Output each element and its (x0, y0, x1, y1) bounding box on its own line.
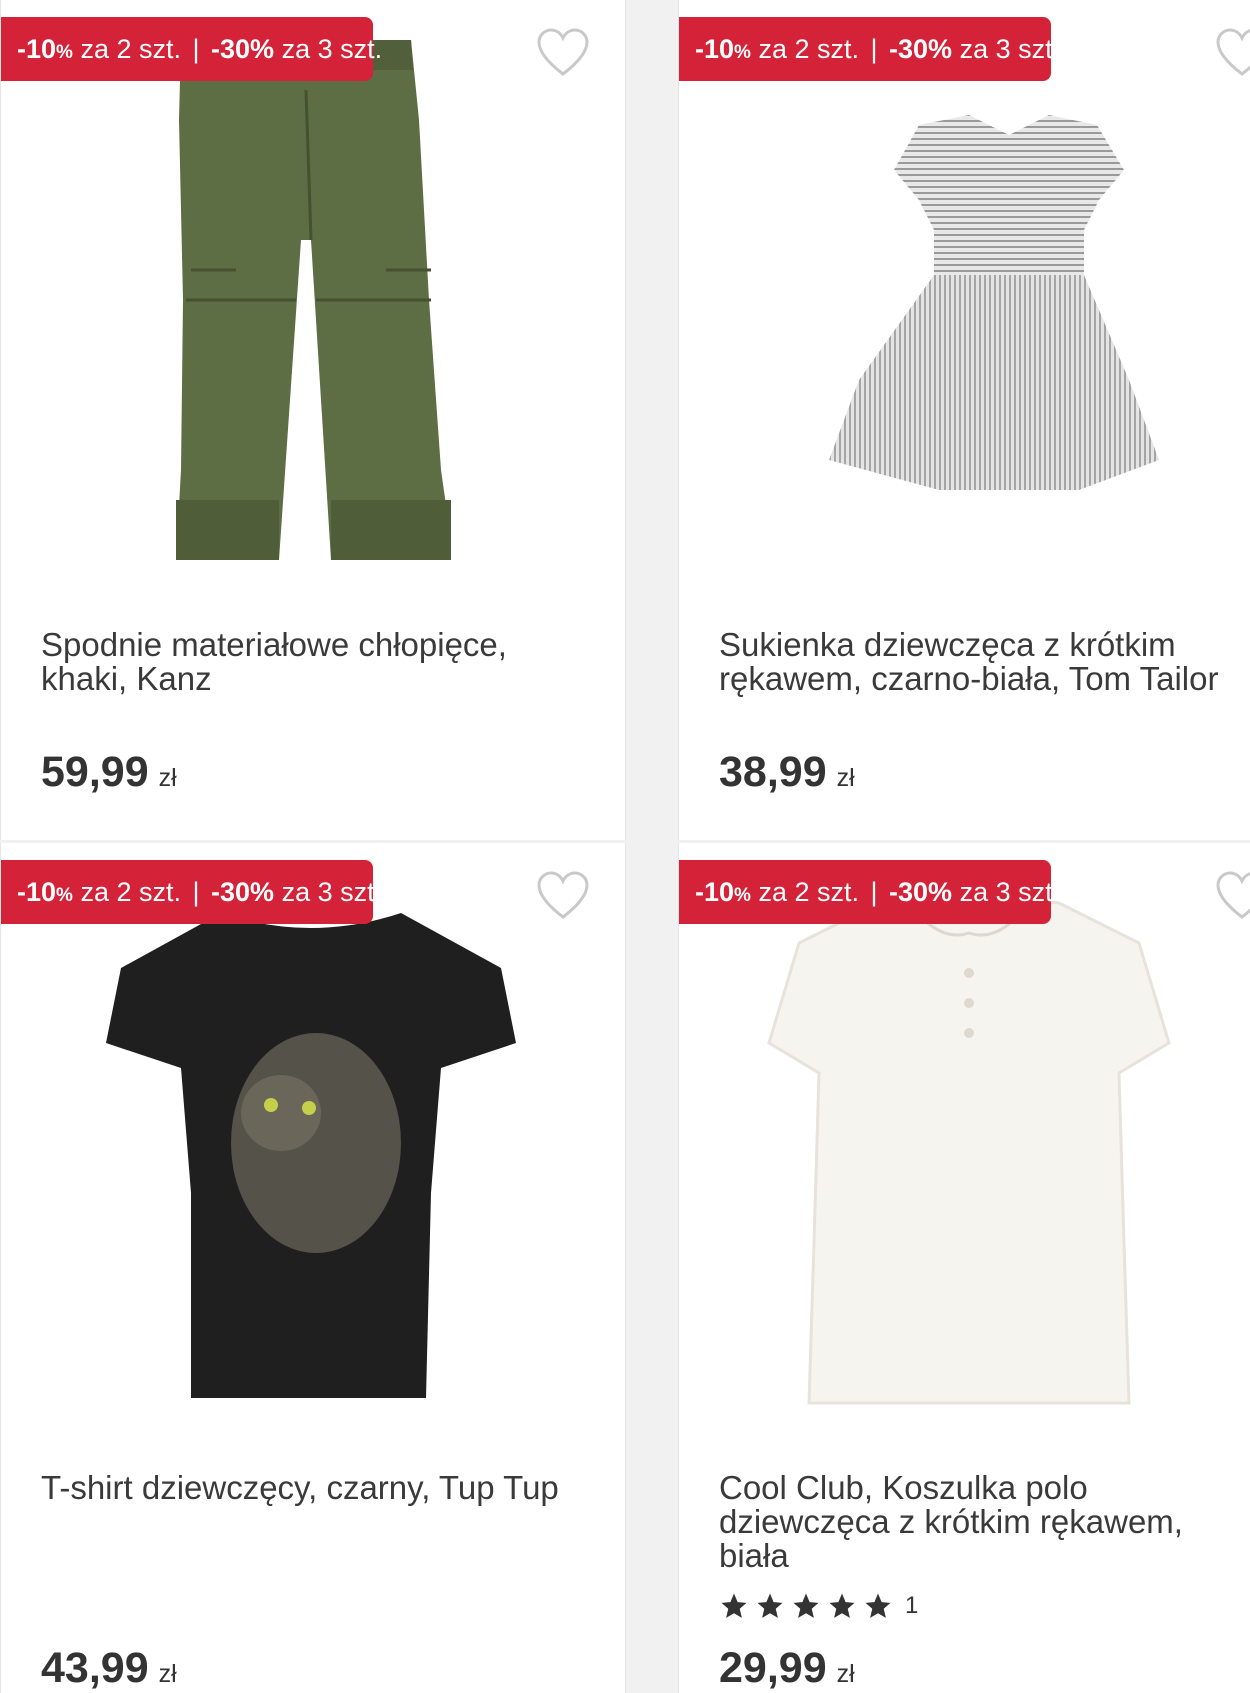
star-icon (829, 1593, 855, 1618)
product-card-2[interactable]: -10% za 2 szt. | -30% za 3 szt. Sukienka… (678, 0, 1250, 840)
product-image-dress[interactable] (679, 0, 1250, 610)
product-card-4[interactable]: -10% za 2 szt. | -30% za 3 szt. Cool Clu… (678, 843, 1250, 1693)
promo-badge: -10% za 2 szt. | -30% za 3 szt. (1, 860, 382, 924)
product-image-polo[interactable] (679, 843, 1250, 1453)
product-image-pants[interactable] (1, 0, 625, 610)
star-icon (721, 1593, 747, 1618)
star-icon (757, 1593, 783, 1618)
star-icon (865, 1593, 891, 1618)
product-card-1[interactable]: -10% za 2 szt. | -30% za 3 szt. Spodnie … (0, 0, 626, 840)
heart-outline-icon[interactable] (1215, 28, 1250, 78)
product-title[interactable]: Cool Club, Koszulka polo dziewczęca z kr… (719, 1471, 1250, 1573)
product-title[interactable]: Spodnie materiałowe chłopięce, khaki, Ka… (41, 628, 601, 696)
product-price: 59,99 zł (41, 748, 177, 796)
product-card-3[interactable]: -10% za 2 szt. | -30% za 3 szt. T-shirt … (0, 843, 626, 1693)
product-title[interactable]: T-shirt dziewczęcy, czarny, Tup Tup (41, 1471, 601, 1505)
promo-badge: -10% za 2 szt. | -30% za 3 szt. (1, 17, 382, 81)
promo-badge: -10% za 2 szt. | -30% za 3 szt. (679, 17, 1060, 81)
promo-badge: -10% za 2 szt. | -30% za 3 szt. (679, 860, 1060, 924)
rating-count: 1 (905, 1592, 919, 1619)
rating-stars: 1 (719, 1591, 918, 1621)
product-image-tshirt[interactable] (1, 843, 625, 1453)
heart-outline-icon[interactable] (536, 871, 590, 921)
heart-outline-icon[interactable] (1215, 871, 1250, 921)
heart-outline-icon[interactable] (536, 28, 590, 78)
product-price: 38,99 zł (719, 748, 855, 796)
product-title[interactable]: Sukienka dziewczęca z krótkim rękawem, c… (719, 628, 1250, 696)
star-icon (793, 1593, 819, 1618)
